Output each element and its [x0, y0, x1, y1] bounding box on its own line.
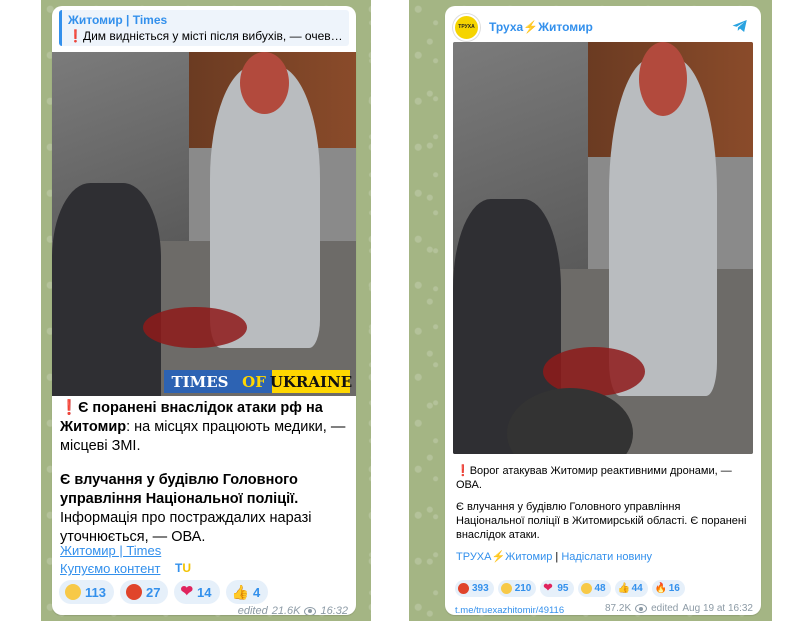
reply-preview[interactable]: Житомир | Times ❗Дим видніється у місті … — [59, 10, 349, 46]
reaction-angry[interactable]: 27 — [119, 580, 169, 604]
reply-excerpt: ❗Дим видніється у місті після вибухів, —… — [68, 29, 349, 43]
send-news-link[interactable]: Надіслати новину — [561, 551, 652, 563]
edited-label: edited — [237, 605, 268, 615]
message-time: 16:32 — [320, 605, 348, 615]
angry-face-icon — [125, 584, 142, 600]
channel-link[interactable]: ТРУХА⚡Житомир — [456, 551, 552, 563]
reaction-crying[interactable]: 48 — [577, 580, 611, 597]
exclamation-icon: ❗ — [456, 465, 470, 477]
eye-icon — [635, 604, 648, 613]
eye-icon — [304, 606, 317, 615]
channel-avatar[interactable]: ТРУХА — [453, 13, 480, 41]
channel-header[interactable]: ТРУХА Труха⚡Житомир — [453, 13, 753, 41]
message-time: Aug 19 at 16:32 — [682, 603, 753, 614]
tu-logo-icon: TU — [175, 561, 192, 575]
thumbs-up-icon: 👍 — [617, 583, 631, 594]
post-text: ❗Ворог атакував Житомир реактивними дрон… — [456, 465, 747, 563]
reaction-crying[interactable]: 113 — [59, 580, 114, 604]
message-bubble[interactable]: ТРУХА Труха⚡Житомир ❗Ворог атакував Жито… — [445, 6, 761, 615]
reaction-heart[interactable]: ❤ 14 — [174, 580, 220, 604]
chat-panel-trukha: ТРУХА Труха⚡Житомир ❗Ворог атакував Жито… — [409, 0, 772, 621]
reaction-angry[interactable]: 393 — [455, 580, 494, 597]
reactions: 393 210 ❤ 95 48 👍 44 🔥 16 — [455, 580, 685, 597]
sad-face-icon — [500, 583, 512, 594]
telegram-icon[interactable] — [731, 17, 749, 35]
reactions: 113 27 ❤ 14 👍 4 — [59, 580, 269, 604]
message-meta: 87.2K edited Aug 19 at 16:32 — [605, 603, 753, 614]
heart-icon: ❤ — [180, 583, 194, 600]
view-count: 21.6K — [271, 605, 301, 615]
exclamation-icon: ❗ — [60, 400, 79, 416]
heart-icon: ❤ — [543, 582, 553, 594]
view-count: 87.2K — [604, 603, 632, 614]
message-meta: edited 21.6K 16:32 — [238, 605, 348, 615]
crying-face-icon — [65, 584, 81, 600]
edited-label: edited — [651, 603, 679, 614]
post-photo[interactable]: TIMES OF UKRAINE — [52, 52, 356, 396]
fire-icon: 🔥 — [654, 583, 668, 594]
channel-link[interactable]: Житомир | Times — [60, 543, 161, 558]
reaction-sad[interactable]: 210 — [497, 580, 537, 597]
thumbs-up-icon: 👍 — [231, 584, 249, 600]
reply-title: Житомир | Times — [68, 13, 168, 27]
chat-panel-times: Житомир | Times ❗Дим видніється у місті … — [41, 0, 371, 621]
reaction-fire[interactable]: 🔥 16 — [651, 580, 685, 597]
post-photo[interactable] — [453, 42, 753, 454]
times-of-ukraine-watermark: TIMES OF UKRAINE — [164, 370, 352, 393]
post-text: ❗Є поранені внаслідок атаки рф на Житоми… — [60, 400, 346, 545]
channel-name[interactable]: Труха⚡Житомир — [489, 20, 593, 34]
reaction-thumbs-up[interactable]: 👍 4 — [225, 580, 269, 604]
message-bubble[interactable]: Житомир | Times ❗Дим видніється у місті … — [52, 6, 356, 615]
buy-content-link[interactable]: Купуємо контент — [60, 561, 160, 576]
angry-face-icon — [458, 583, 469, 594]
permalink[interactable]: t.me/truexazhitomir/49116 — [455, 605, 564, 615]
reaction-heart[interactable]: ❤ 95 — [540, 580, 574, 597]
reaction-thumbs-up[interactable]: 👍 44 — [614, 580, 648, 597]
crying-face-icon — [580, 583, 592, 594]
